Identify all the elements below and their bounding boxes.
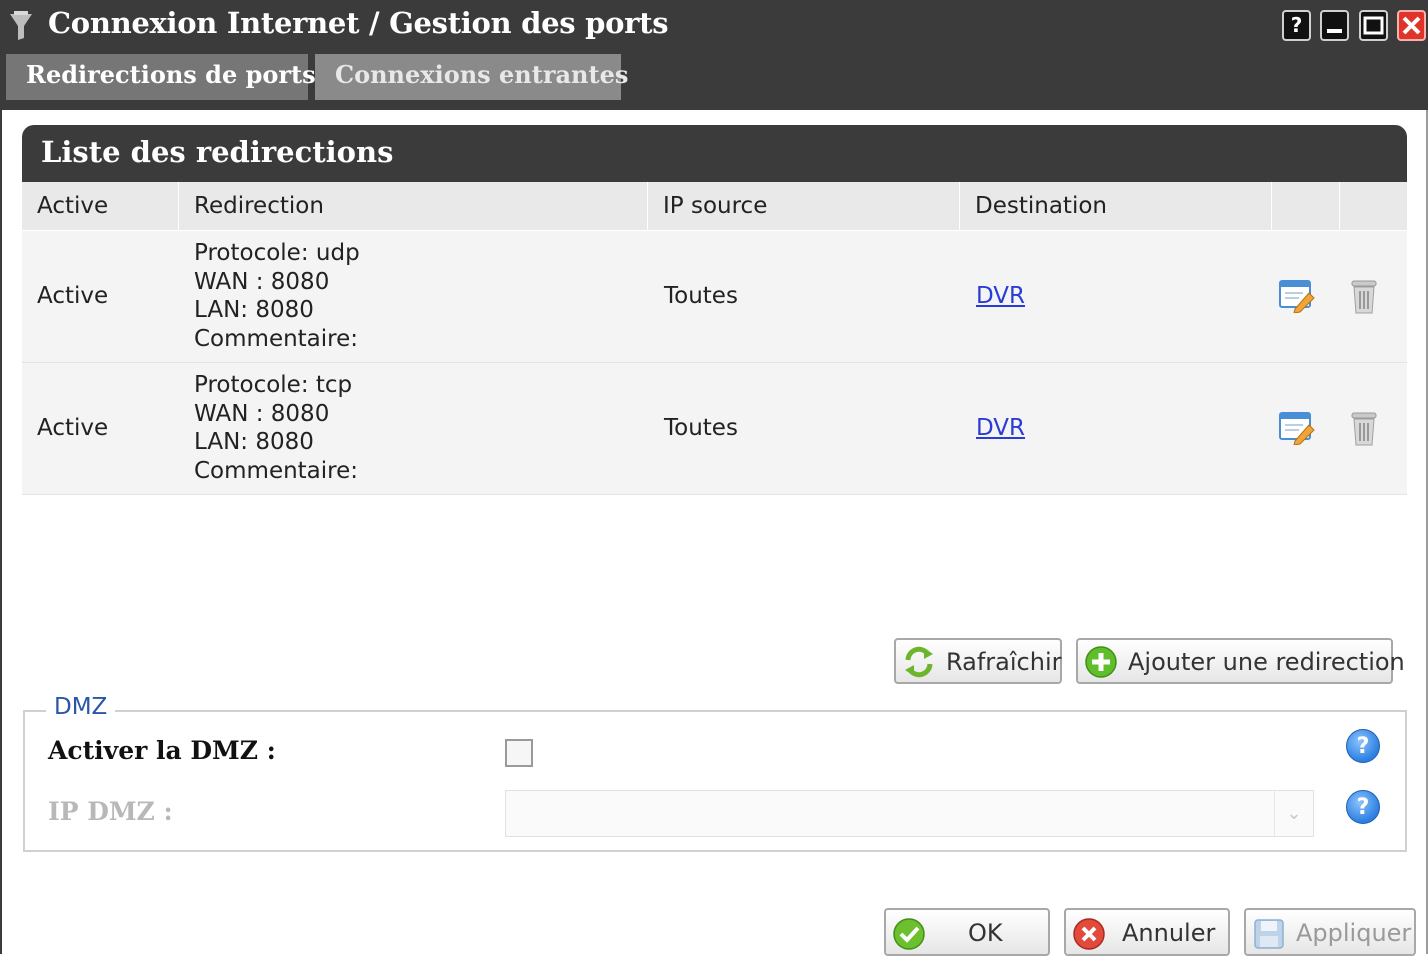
row-redirection-details: Protocole: tcp WAN : 8080 LAN: 8080 Comm…	[194, 371, 358, 485]
apply-label: Appliquer	[1296, 919, 1412, 947]
redirection-protocol: Protocole: tcp	[194, 372, 353, 398]
add-redirection-button[interactable]: Ajouter une redirection	[1076, 638, 1405, 684]
trash-icon[interactable]	[1349, 409, 1379, 447]
panel-title: Liste des redirections	[41, 135, 394, 169]
enable-dmz-label: Activer la DMZ :	[48, 736, 276, 765]
title-bar: Connexion Internet / Gestion des ports ?	[0, 0, 1428, 52]
redirection-lan: LAN: 8080	[194, 297, 314, 323]
minimize-button[interactable]	[1320, 10, 1349, 41]
add-icon	[1085, 646, 1117, 678]
close-button[interactable]	[1397, 10, 1426, 41]
add-redirection-label: Ajouter une redirection	[1128, 648, 1405, 676]
dmz-legend: DMZ	[46, 694, 116, 720]
destination-link[interactable]: DVR	[976, 283, 1025, 309]
column-header-delete	[1340, 182, 1407, 230]
cancel-button[interactable]: Annuler	[1064, 908, 1230, 956]
row-ip-source: Toutes	[664, 283, 738, 309]
redirection-comment: Commentaire:	[194, 457, 359, 484]
row-active-status: Active	[37, 415, 109, 441]
save-icon	[1254, 919, 1284, 949]
maximize-button[interactable]	[1359, 10, 1388, 41]
cancel-icon	[1073, 918, 1105, 950]
frame-border-left	[0, 110, 2, 954]
column-header-active: Active	[22, 182, 179, 230]
table-header: Active Redirection IP source Destination	[22, 182, 1407, 230]
redirection-wan: WAN : 8080	[194, 400, 330, 427]
row-redirection-details: Protocole: udp WAN : 8080 LAN: 8080 Comm…	[194, 239, 360, 353]
column-header-destination: Destination	[960, 182, 1272, 230]
ip-dmz-select[interactable]: ⌄	[505, 790, 1314, 837]
check-icon	[893, 918, 925, 950]
column-header-redirection: Redirection	[179, 182, 648, 230]
help-button[interactable]: ?	[1282, 10, 1311, 41]
column-header-ip-source: IP source	[648, 182, 960, 230]
edit-icon[interactable]	[1279, 411, 1315, 445]
help-icon[interactable]: ?	[1346, 790, 1380, 824]
cancel-label: Annuler	[1122, 919, 1216, 947]
ip-dmz-label: IP DMZ :	[48, 797, 173, 826]
table-row: Active Protocole: udp WAN : 8080 LAN: 80…	[22, 231, 1407, 363]
close-icon	[1402, 16, 1421, 35]
redirection-comment: Commentaire:	[194, 325, 359, 352]
panel-header: Liste des redirections	[22, 125, 1407, 182]
destination-link[interactable]: DVR	[976, 415, 1025, 441]
funnel-icon	[10, 11, 32, 40]
redirection-wan: WAN : 8080	[194, 268, 330, 295]
chevron-down-icon: ⌄	[1274, 791, 1313, 836]
ok-label: OK	[968, 919, 1003, 947]
refresh-label: Rafraîchir	[946, 648, 1062, 676]
column-header-edit	[1272, 182, 1340, 230]
tab-connexions-entrantes[interactable]: Connexions entrantes	[315, 54, 628, 100]
trash-icon[interactable]	[1349, 277, 1379, 315]
tab-bar: Redirections de ports Connexions entrant…	[0, 52, 1428, 110]
enable-dmz-checkbox[interactable]	[505, 739, 533, 767]
redirection-lan: LAN: 8080	[194, 429, 314, 455]
apply-button[interactable]: Appliquer	[1244, 908, 1416, 956]
ok-button[interactable]: OK	[884, 908, 1050, 956]
table-row: Active Protocole: tcp WAN : 8080 LAN: 80…	[22, 363, 1407, 495]
row-ip-source: Toutes	[664, 415, 738, 441]
minimize-icon	[1327, 29, 1342, 33]
maximize-icon	[1363, 16, 1384, 35]
window-title: Connexion Internet / Gestion des ports	[48, 6, 669, 40]
refresh-button[interactable]: Rafraîchir	[894, 638, 1062, 684]
refresh-icon	[905, 646, 933, 678]
help-icon[interactable]: ?	[1346, 729, 1380, 763]
tab-redirections-de-ports[interactable]: Redirections de ports	[6, 54, 316, 100]
row-active-status: Active	[37, 283, 109, 309]
edit-icon[interactable]	[1279, 279, 1315, 313]
redirection-protocol: Protocole: udp	[194, 240, 360, 266]
